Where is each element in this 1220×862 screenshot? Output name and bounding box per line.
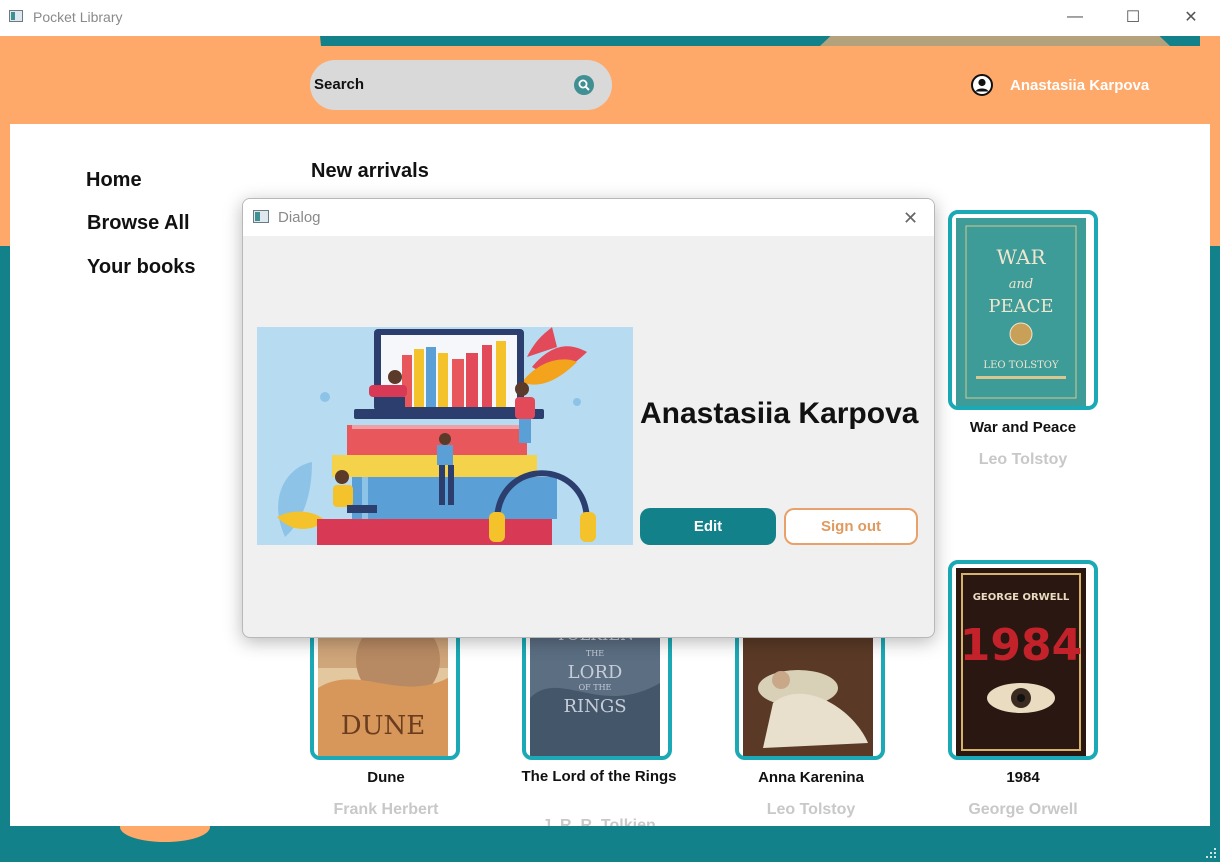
book-author: Frank Herbert [333,801,439,818]
book-title[interactable]: War and Peace [943,419,1103,436]
war-and-peace-cover-author: LEO TOLSTOY [983,360,1059,371]
war-and-peace-cover-title-2: and [1009,277,1033,292]
1984-cover-art: GEORGE ORWELL 1984 [956,568,1086,756]
book-author: Leo Tolstoy [766,801,856,818]
search-label: Search [314,76,365,93]
war-and-peace-cover-art: WAR and PEACE LEO TOLSTOY [956,218,1086,406]
dune-cover-title: DUNE [341,711,426,741]
book-author: Leo Tolstoy [978,451,1068,468]
window-title: Pocket Library [33,9,123,25]
decorative-strip-accent [820,36,1170,46]
dialog-user-name: Anastasiia Karpova [640,397,919,430]
1984-cover-author: GEORGE ORWELL [973,592,1070,603]
sign-out-button[interactable]: Sign out [784,508,918,545]
resize-grip-icon[interactable] [1204,846,1218,860]
search-bar[interactable]: Search [310,60,612,110]
lotr-cover-of-the: OF THE [579,683,612,692]
war-and-peace-cover-title-3: PEACE [988,296,1053,317]
maximize-button[interactable]: ☐ [1104,0,1162,34]
lotr-cover-rings: RINGS [563,696,626,717]
nav-browse-all[interactable]: Browse All [87,212,190,235]
lotr-cover-lord: LORD [568,662,623,683]
book-title[interactable]: The Lord of the Rings [519,768,679,785]
nav-your-books[interactable]: Your books [87,256,196,279]
edit-button[interactable]: Edit [640,508,776,545]
minimize-button[interactable]: — [1046,0,1104,34]
dialog-app-icon [253,210,269,223]
user-account-icon[interactable] [971,74,993,101]
user-name[interactable]: Anastasiia Karpova [1010,77,1149,94]
war-and-peace-cover-title-1: WAR [996,245,1046,269]
app-icon [9,10,23,22]
close-button[interactable]: ✕ [1162,0,1220,34]
dialog-title: Dialog [278,209,321,226]
dialog-titlebar: Dialog ✕ [243,199,934,236]
section-title: New arrivals [311,160,429,182]
book-cover-1984[interactable]: GEORGE ORWELL 1984 [948,560,1098,760]
dialog-close-icon[interactable]: ✕ [903,208,918,229]
book-author: J. R. R. Tolkien [542,817,656,826]
book-cover-war-and-peace[interactable]: WAR and PEACE LEO TOLSTOY [948,210,1098,410]
user-dialog: Dialog ✕ Anastasiia Karpova Edit Sign ou… [242,198,935,638]
1984-cover-title: 1984 [960,620,1082,671]
book-title[interactable]: Anna Karenina [731,769,891,786]
book-title[interactable]: Dune [306,769,466,786]
lotr-cover-the: THE [586,649,604,658]
book-author: George Orwell [968,801,1078,818]
window-titlebar: Pocket Library — ☐ ✕ [0,0,1220,36]
library-illustration [257,327,633,545]
search-icon[interactable] [574,75,594,95]
nav-home[interactable]: Home [86,169,142,192]
book-title[interactable]: 1984 [943,769,1103,786]
